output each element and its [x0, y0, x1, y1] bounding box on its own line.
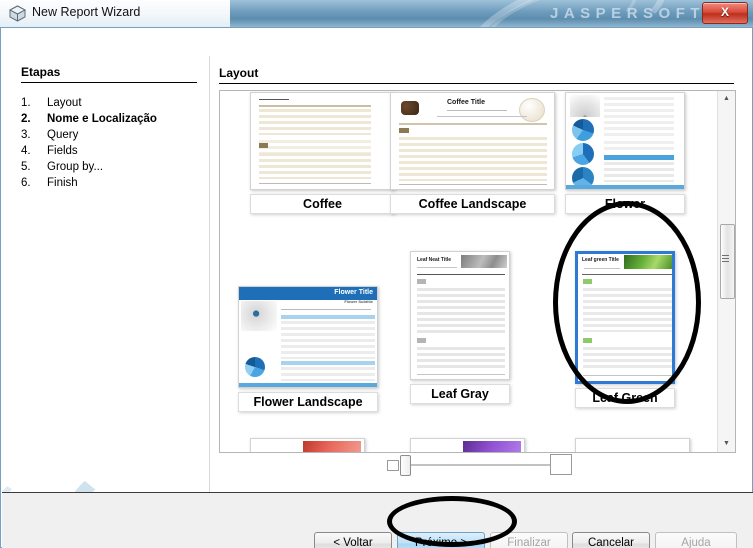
- step-label: Fields: [47, 145, 78, 157]
- template-thumbnail-row3-blank: [575, 438, 690, 452]
- decorative-swoosh-graphic: [2, 368, 218, 492]
- scroll-up-icon[interactable]: ▲: [718, 91, 735, 107]
- steps-header: Etapas: [21, 65, 197, 83]
- template-label-coffee-landscape: Coffee Landscape: [390, 194, 555, 214]
- next-button[interactable]: Próximo >: [397, 532, 485, 548]
- sidebar-step-nome-e-localizacao[interactable]: 2. Nome e Localização: [21, 111, 201, 127]
- template-label-leaf-green: Leaf Green: [575, 388, 675, 408]
- window-title: New Report Wizard: [32, 5, 141, 19]
- step-label: Nome e Localização: [47, 113, 157, 125]
- titlebar-right-panel: JASPERSOFT: [230, 0, 753, 27]
- step-number: 3.: [21, 129, 31, 141]
- step-number: 2.: [21, 113, 31, 125]
- slider-track[interactable]: [402, 464, 554, 466]
- cancel-button[interactable]: Cancelar: [572, 532, 650, 548]
- template-card-coffee-landscape[interactable]: Coffee Title Coffee Landscape: [390, 92, 555, 214]
- sidebar-step-fields[interactable]: 4. Fields: [21, 143, 201, 159]
- cube-icon: [9, 5, 26, 22]
- template-gallery[interactable]: Coffee Coffee Title Coffee Landscape Flo…: [219, 90, 736, 453]
- large-thumbnail-icon: [550, 454, 572, 475]
- template-card-coffee[interactable]: Coffee: [250, 92, 395, 214]
- new-report-wizard-window: JASPERSOFT New Report Wizard X Etapas 1.…: [0, 0, 753, 548]
- template-thumbnail-flower: [565, 92, 685, 190]
- scrollbar-grip-icon: [722, 255, 729, 262]
- template-card-flower[interactable]: Flower: [565, 92, 685, 214]
- sidebar-step-layout[interactable]: 1. Layout: [21, 95, 201, 111]
- template-thumbnail-leaf-green: Leaf green Title: [575, 251, 675, 384]
- step-label: Query: [47, 129, 79, 141]
- page-title-rule: [219, 83, 734, 84]
- step-label: Group by...: [47, 161, 104, 173]
- template-card-row3-red[interactable]: [250, 438, 365, 452]
- step-number: 6.: [21, 177, 31, 189]
- template-thumbnail-row3-red: [250, 438, 365, 452]
- back-button[interactable]: < Voltar: [314, 532, 392, 548]
- sidebar-step-finish[interactable]: 6. Finish: [21, 175, 201, 191]
- step-number: 1.: [21, 97, 31, 109]
- sidebar-divider: [209, 56, 210, 492]
- thumb-subtitle: Flower Subtitle: [344, 299, 373, 304]
- template-label-flower: Flower: [565, 194, 685, 214]
- dialog-client-area: Etapas 1. Layout 2. Nome e Localização 3…: [0, 27, 753, 548]
- template-card-flower-landscape[interactable]: Flower Title Flower Subtitle Flower Land…: [238, 286, 378, 412]
- template-thumbnail-leaf-gray: Leaf Neat Title: [410, 251, 510, 380]
- page-title: Layout: [219, 66, 259, 80]
- gallery-scrollbar[interactable]: ▲ ▼: [717, 91, 735, 452]
- sidebar-step-group-by[interactable]: 5. Group by...: [21, 159, 201, 175]
- thumb-title: Flower Title: [334, 289, 373, 296]
- template-card-leaf-green[interactable]: Leaf green Title Leaf Green: [575, 251, 675, 408]
- scroll-down-icon[interactable]: ▼: [718, 436, 735, 452]
- step-number: 5.: [21, 161, 31, 173]
- template-thumbnail-row3-purple: [410, 438, 525, 452]
- template-card-row3-purple[interactable]: [410, 438, 525, 452]
- close-icon[interactable]: X: [702, 2, 748, 24]
- step-label: Finish: [47, 177, 78, 189]
- step-number: 4.: [21, 145, 31, 157]
- sidebar-step-query[interactable]: 3. Query: [21, 127, 201, 143]
- finish-button: Finalizar: [490, 532, 568, 548]
- jaspersoft-brand-label: JASPERSOFT: [550, 5, 706, 22]
- template-label-coffee: Coffee: [250, 194, 395, 214]
- steps-sidebar: Etapas 1. Layout 2. Nome e Localização 3…: [21, 65, 201, 191]
- thumb-title: Coffee Title: [447, 99, 485, 106]
- template-card-row3-blank[interactable]: [575, 438, 690, 452]
- small-thumbnail-icon: [387, 460, 399, 471]
- thumbnail-size-slider[interactable]: [387, 453, 572, 476]
- steps-list: 1. Layout 2. Nome e Localização 3. Query…: [21, 95, 201, 191]
- template-thumbnail-flower-landscape: Flower Title Flower Subtitle: [238, 286, 378, 388]
- template-label-leaf-gray: Leaf Gray: [410, 384, 510, 404]
- thumb-title: Leaf Neat Title: [417, 257, 452, 263]
- template-card-leaf-gray[interactable]: Leaf Neat Title Leaf Gray: [410, 251, 510, 404]
- template-thumbnail-coffee: [250, 92, 395, 190]
- window-titlebar: JASPERSOFT New Report Wizard X: [0, 0, 753, 27]
- template-thumbnail-coffee-landscape: Coffee Title: [390, 92, 555, 190]
- thumb-title: Leaf green Title: [582, 257, 619, 263]
- help-button: Ajuda: [655, 532, 737, 548]
- step-label: Layout: [47, 97, 82, 109]
- template-label-flower-landscape: Flower Landscape: [238, 392, 378, 412]
- slider-handle[interactable]: [400, 455, 411, 476]
